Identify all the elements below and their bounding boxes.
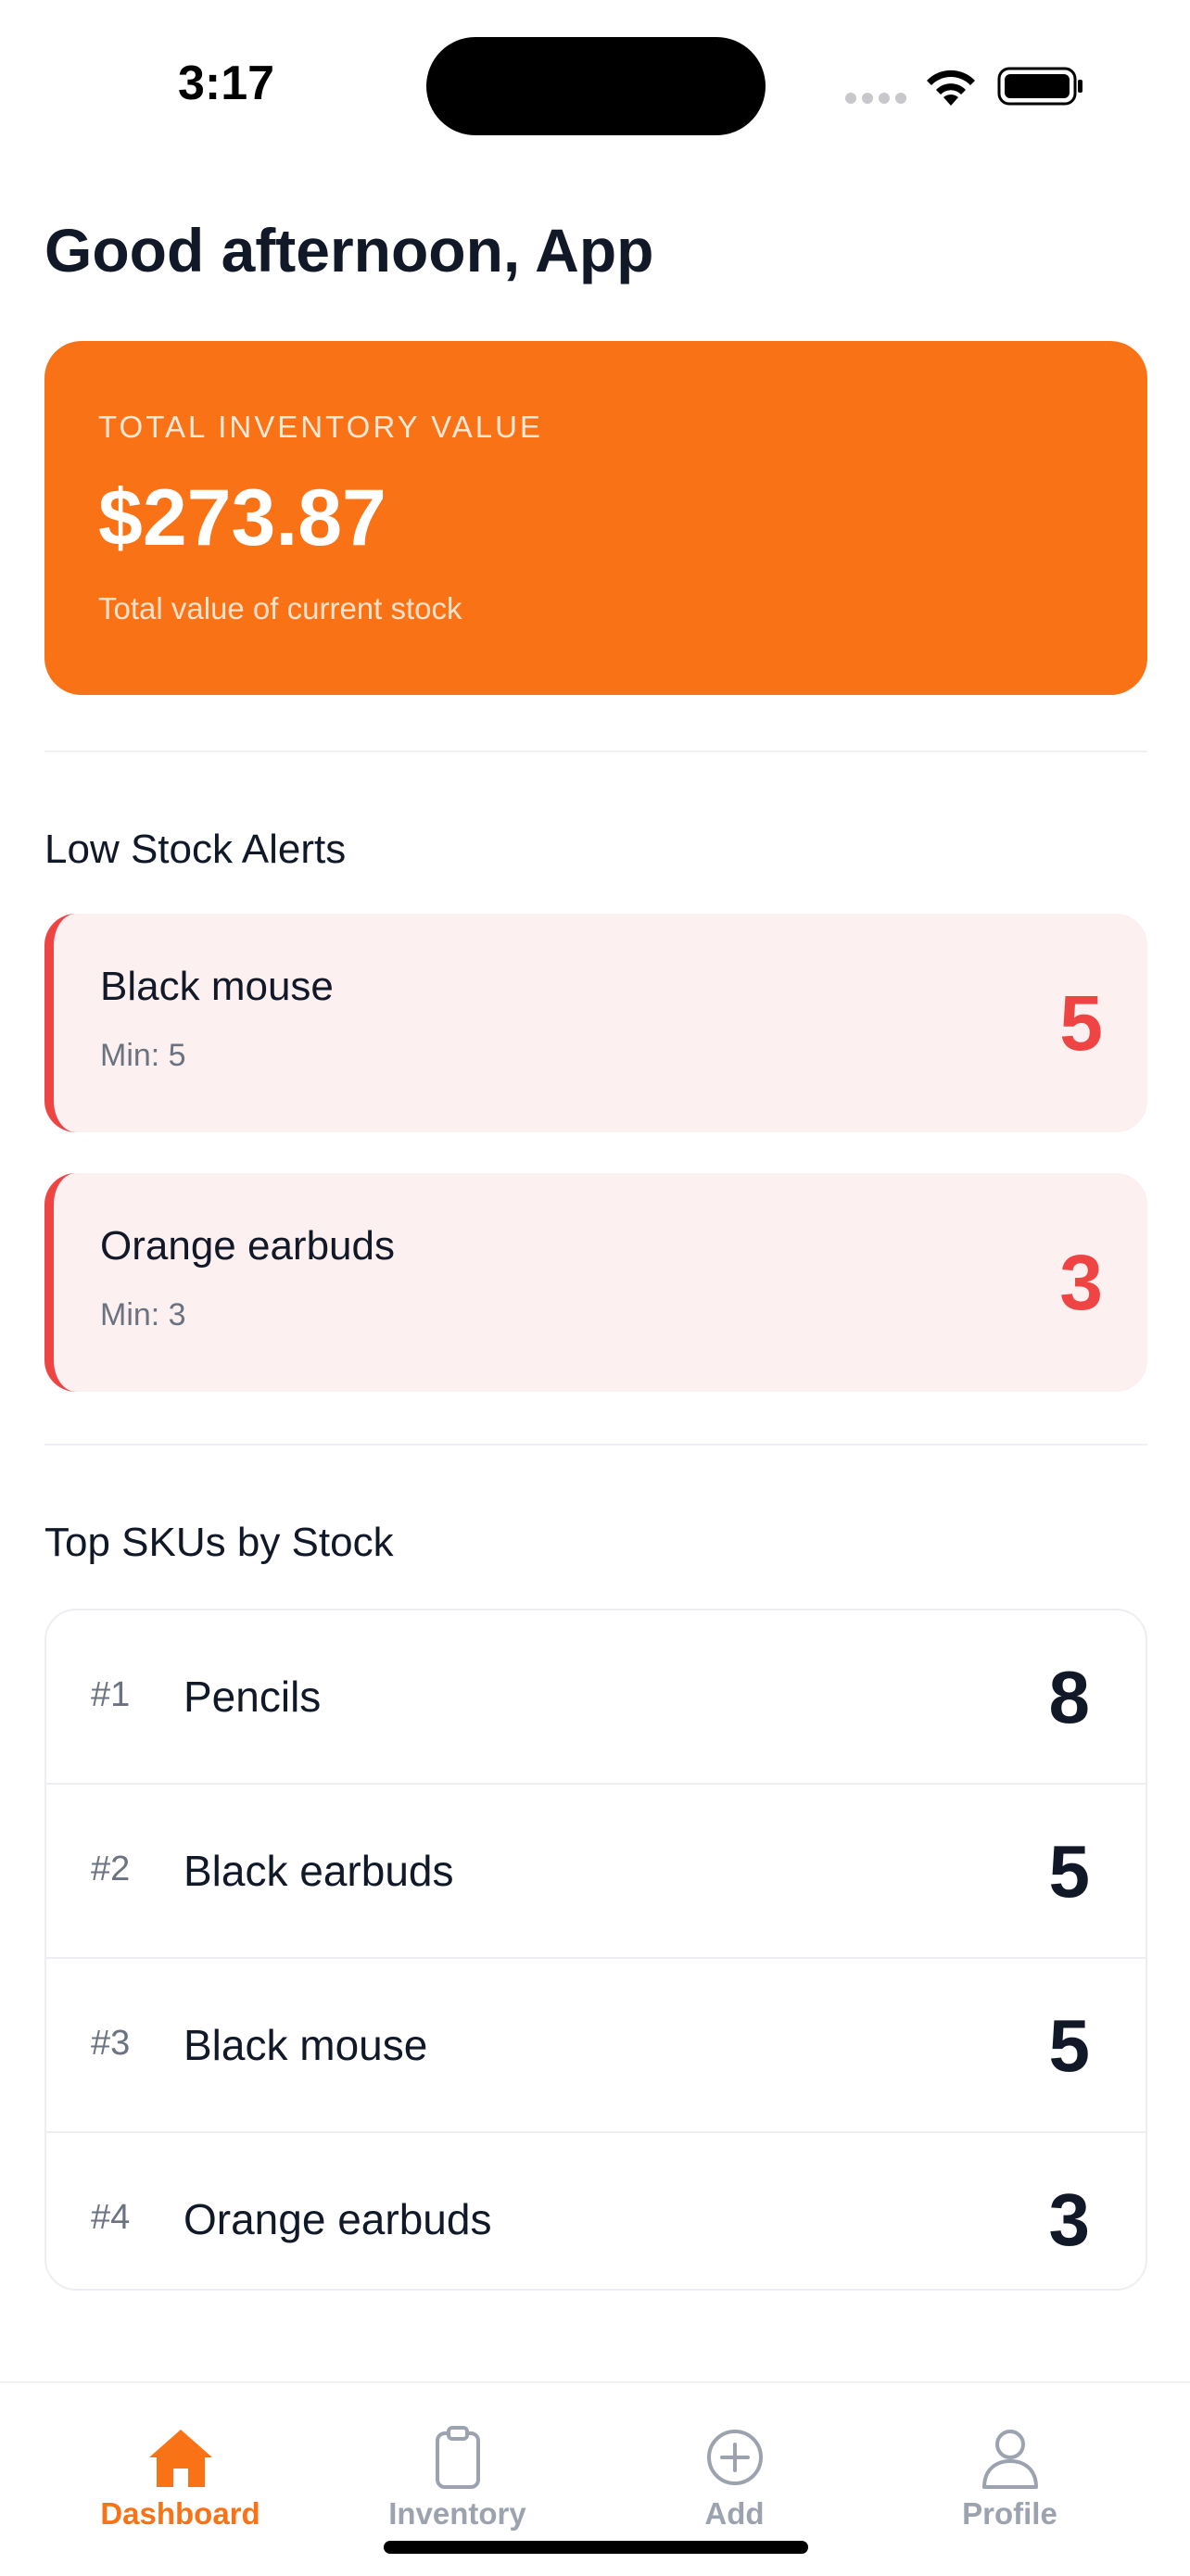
sku-name: Black mouse [184,2021,428,2069]
status-time: 3:17 [178,57,275,110]
sku-qty: 8 [1048,1656,1091,1738]
low-stock-alert-item[interactable]: Black mouse Min: 5 5 [44,914,1147,1132]
sku-name: Black earbuds [184,1847,454,1895]
tab-profile[interactable]: Profile [861,2383,1158,2576]
alert-item-name: Orange earbuds [100,1223,395,1269]
home-indicator [384,2541,808,2554]
inventory-value-label: TOTAL INVENTORY VALUE [98,410,543,444]
tab-label: Dashboard [100,2496,260,2531]
alert-item-qty: 3 [1059,1239,1103,1326]
home-icon [148,2430,212,2487]
tab-label: Profile [962,2496,1057,2531]
top-sku-row[interactable]: #4 Orange earbuds 3 [46,2133,1146,2289]
status-bar: 3:17 [0,0,1190,167]
divider [44,1444,1147,1446]
top-sku-row[interactable]: #3 Black mouse 5 [46,1959,1146,2133]
plus-circle-icon [706,2430,763,2485]
alert-item-qty: 5 [1059,979,1103,1067]
alert-item-min: Min: 3 [100,1297,186,1332]
user-icon [981,2430,1038,2489]
greeting-title: Good afternoon, App [44,216,654,284]
tab-dashboard[interactable]: Dashboard [32,2383,329,2576]
wifi-icon [927,69,975,106]
sku-name: Pencils [184,1673,322,1721]
sku-rank: #3 [91,2024,131,2063]
sku-name: Orange earbuds [184,2195,492,2243]
top-sku-row[interactable]: #2 Black earbuds 5 [46,1785,1146,1959]
sku-qty: 3 [1048,2178,1091,2261]
sku-rank: #4 [91,2198,131,2237]
sku-qty: 5 [1048,1830,1091,1913]
inventory-value-subtitle: Total value of current stock [98,591,462,625]
alert-item-min: Min: 5 [100,1038,186,1073]
top-sku-row[interactable]: #1 Pencils 8 [46,1610,1146,1785]
low-stock-alert-item[interactable]: Orange earbuds Min: 3 3 [44,1173,1147,1392]
top-skus-list: #1 Pencils 8 #2 Black earbuds 5 #3 Black… [44,1609,1147,2291]
tab-label: Add [704,2496,765,2531]
divider [44,751,1147,752]
dynamic-island [426,37,766,135]
sku-qty: 5 [1048,2004,1091,2087]
battery-icon [997,67,1082,106]
alert-item-name: Black mouse [100,964,334,1009]
top-skus-title: Top SKUs by Stock [44,1520,394,1565]
clipboard-icon [435,2426,480,2489]
sku-rank: #2 [91,1850,131,1888]
tab-label: Inventory [388,2496,526,2531]
cellular-signal-icon [845,93,906,104]
inventory-value-amount: $273.87 [98,474,386,562]
inventory-value-card: TOTAL INVENTORY VALUE $273.87 Total valu… [44,341,1147,695]
low-stock-title: Low Stock Alerts [44,827,347,872]
sku-rank: #1 [91,1675,131,1714]
